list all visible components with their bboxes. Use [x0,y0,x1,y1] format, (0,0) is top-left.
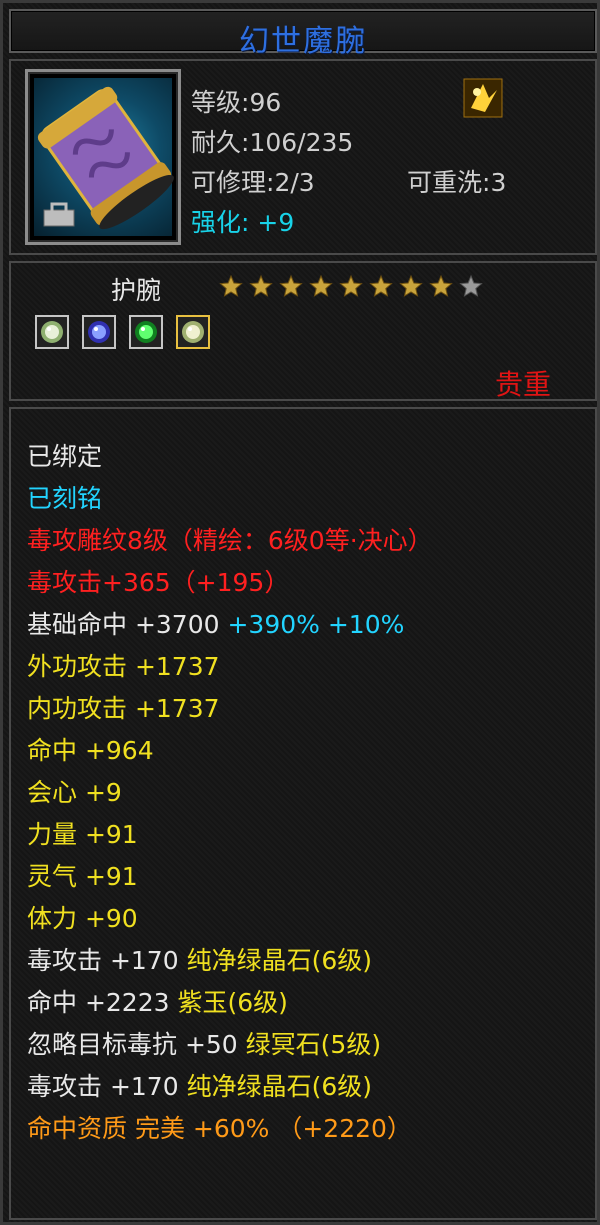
repair-value: 2/3 [274,168,315,197]
attribute-row: 体力 +90 [27,899,138,935]
attribute-text: 毒攻击+365（+195） [27,568,290,597]
star-rating [219,274,483,297]
star-filled-icon [429,274,453,297]
durability-label: 耐久 [191,128,242,157]
rewash-label: 可重洗 [407,168,483,197]
item-name: 幻世魔腕 [239,24,367,59]
bound-lock-icon [43,202,75,227]
star-filled-icon [249,274,273,297]
attribute-text: 命中 +964 [27,736,154,765]
star-filled-icon [399,274,423,297]
attribute-text: 内功攻击 +1737 [27,694,220,723]
attribute-row: 毒攻雕纹8级（精绘：6级0等·决心） [27,521,433,557]
item-icon-frame[interactable] [25,69,181,245]
special-effect-icon[interactable] [463,78,503,118]
attribute-text: 毒攻雕纹8级（精绘：6级0等·决心） [27,526,433,555]
attribute-row: 力量 +91 [27,815,138,851]
attribute-text: 外功攻击 +1737 [27,652,220,681]
item-tooltip-window: 幻世魔腕 等级:96 耐久:106/235 可修理:2/3 可重洗:3 强化: … [0,0,600,1225]
repair-row: 可修理:2/3 [191,168,315,197]
attribute-row: 命中 +2223 紫玉(6级) [27,983,288,1019]
attribute-text: 灵气 +91 [27,862,138,891]
durability-row: 耐久:106/235 [191,128,354,157]
attribute-text: 命中 +2223 [27,988,178,1017]
attribute-text: 体力 +90 [27,904,138,933]
attribute-text: 纯净绿晶石(6级) [186,946,372,975]
pale-gem-icon[interactable] [35,315,69,349]
item-header-panel: 等级:96 耐久:106/235 可修理:2/3 可重洗:3 强化: +9 [9,59,597,255]
attribute-row: 毒攻击 +170 纯净绿晶石(6级) [27,941,372,977]
level-value: 96 [249,88,282,117]
refine-value: +9 [257,208,295,237]
attribute-text: 紫玉(6级) [177,988,288,1017]
attribute-text: 绿冥石(5级) [245,1030,382,1059]
attribute-text: 纯净绿晶石(6级) [186,1072,372,1101]
star-filled-icon [219,274,243,297]
attribute-row: 基础命中 +3700 +390% +10% [27,605,404,641]
attribute-text: 命中资质 完美 +60% （+2220） [27,1114,412,1143]
attribute-row: 已绑定 [27,437,102,473]
rewash-value: 3 [490,168,507,197]
attribute-text: 基础命中 +3700 [27,610,228,639]
attribute-row: 内功攻击 +1737 [27,689,220,725]
rarity-label: 贵重 [494,368,551,401]
star-filled-icon [309,274,333,297]
attribute-text: 毒攻击 +170 [27,946,187,975]
attribute-text: 忽略目标毒抗 +50 [27,1030,246,1059]
pale-gem-gold-icon[interactable] [176,315,210,349]
star-filled-icon [369,274,393,297]
attribute-text: +390% +10% [227,610,405,639]
attribute-row: 外功攻击 +1737 [27,647,220,683]
purple-gold-wristguard-icon [34,78,174,236]
attribute-text: 力量 +91 [27,820,138,849]
repair-label: 可修理 [191,168,267,197]
attribute-text: 已刻铭 [27,484,103,513]
star-empty-icon [459,274,483,297]
attribute-list: 已绑定已刻铭毒攻雕纹8级（精绘：6级0等·决心） 毒攻击+365（+195） 基础命… [9,407,597,1220]
star-filled-icon [279,274,303,297]
level-row: 等级:96 [191,88,282,117]
blue-gem-icon[interactable] [82,315,116,349]
attribute-row: 毒攻击+365（+195） [27,563,289,599]
item-sub-panel: 护腕 贵重 [9,261,597,401]
attribute-text: 会心 +9 [27,778,122,807]
attribute-row: 灵气 +91 [27,857,138,893]
attribute-row: 已刻铭 [27,479,102,515]
attribute-row: 忽略目标毒抗 +50 绿冥石(5级) [27,1025,381,1061]
refine-label: 强化: [191,208,250,237]
attribute-row: 命中 +964 [27,731,154,767]
title-bar: 幻世魔腕 [9,9,597,59]
item-type: 护腕 [111,276,162,305]
durability-value: 106/235 [249,128,354,157]
refine-row: 强化: +9 [191,203,294,239]
rewash-row: 可重洗:3 [407,168,507,197]
green-gem-icon[interactable] [129,315,163,349]
level-label: 等级 [191,88,242,117]
star-filled-icon [339,274,363,297]
attribute-text: 已绑定 [27,442,103,471]
attribute-text: 毒攻击 +170 [27,1072,187,1101]
attribute-row: 会心 +9 [27,773,122,809]
attribute-row: 命中资质 完美 +60% （+2220） [27,1109,412,1145]
attribute-row: 毒攻击 +170 纯净绿晶石(6级) [27,1067,372,1103]
